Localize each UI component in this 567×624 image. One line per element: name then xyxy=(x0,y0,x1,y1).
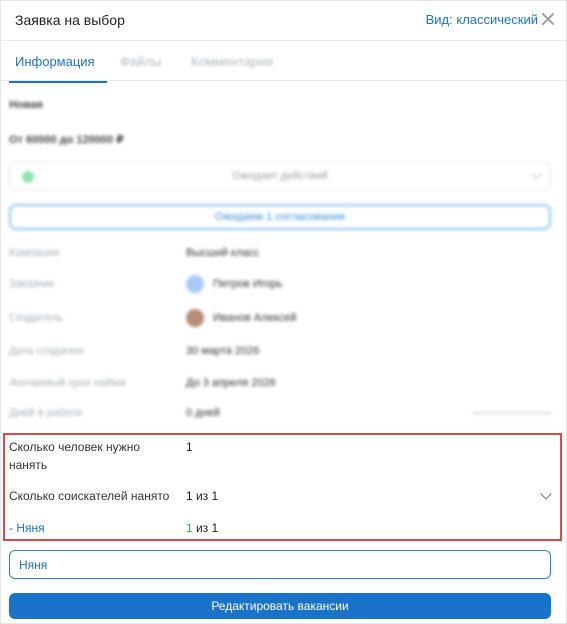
vacancy-input[interactable] xyxy=(9,550,551,579)
close-icon[interactable] xyxy=(539,10,557,28)
hires-needed-label: Сколько человек нужно нанять xyxy=(9,440,141,472)
company-value: Высший класс xyxy=(186,247,260,259)
created-date-label: Дата создания xyxy=(9,345,84,357)
tab-files[interactable]: Файлы xyxy=(120,54,161,69)
tab-bar: Информация Файлы Комментарии xyxy=(1,41,566,83)
days-in-work-label: Дней в работе xyxy=(9,407,83,419)
status-select[interactable]: Ожидает действий xyxy=(9,162,551,190)
company-label: Компания xyxy=(9,247,60,259)
customer-value[interactable]: Петров Игорь xyxy=(213,278,282,290)
position-hired-number: 1 xyxy=(186,521,193,535)
deadline-label: Желаемый срок найма xyxy=(9,377,126,389)
panel-header: Заявка на выбор Вид: классический xyxy=(1,1,566,41)
position-hired-count: 1 из 1 xyxy=(186,521,218,535)
position-hired-total: из 1 xyxy=(192,521,219,535)
hires-needed-value: 1 xyxy=(186,440,193,454)
status-select-value: Ожидает действий xyxy=(232,170,328,182)
days-progress-bar xyxy=(473,412,551,414)
position-link[interactable]: - Няня xyxy=(9,521,45,535)
edit-vacancies-button[interactable]: Редактировать вакансии xyxy=(9,593,551,619)
request-panel: Заявка на выбор Вид: классический Информ… xyxy=(0,0,567,624)
tab-information[interactable]: Информация xyxy=(9,54,107,83)
creator-value[interactable]: Иванов Алексей xyxy=(213,312,296,324)
days-in-work-value: 0 дней xyxy=(186,407,220,419)
deadline-value: До 3 апреля 2026 xyxy=(186,377,276,389)
customer-avatar xyxy=(186,275,204,293)
candidates-hired-value: 1 из 1 xyxy=(186,489,219,503)
view-mode-link[interactable]: Вид: классический xyxy=(426,12,538,27)
customer-label: Заказчик xyxy=(9,278,55,290)
status-name: Новая xyxy=(9,99,43,111)
approval-button[interactable]: Ожидаем 1 согласование xyxy=(9,204,551,230)
panel-title: Заявка на выбор xyxy=(15,12,125,28)
creator-label: Создатель xyxy=(9,312,63,324)
candidates-hired-label: Сколько соискателей нанято xyxy=(9,489,170,503)
creator-avatar xyxy=(186,309,204,327)
created-date-value: 30 марта 2026 xyxy=(186,345,260,357)
salary-range: От 60000 до 120000 ₽ xyxy=(9,134,124,146)
tab-comments[interactable]: Комментарии xyxy=(191,54,273,69)
